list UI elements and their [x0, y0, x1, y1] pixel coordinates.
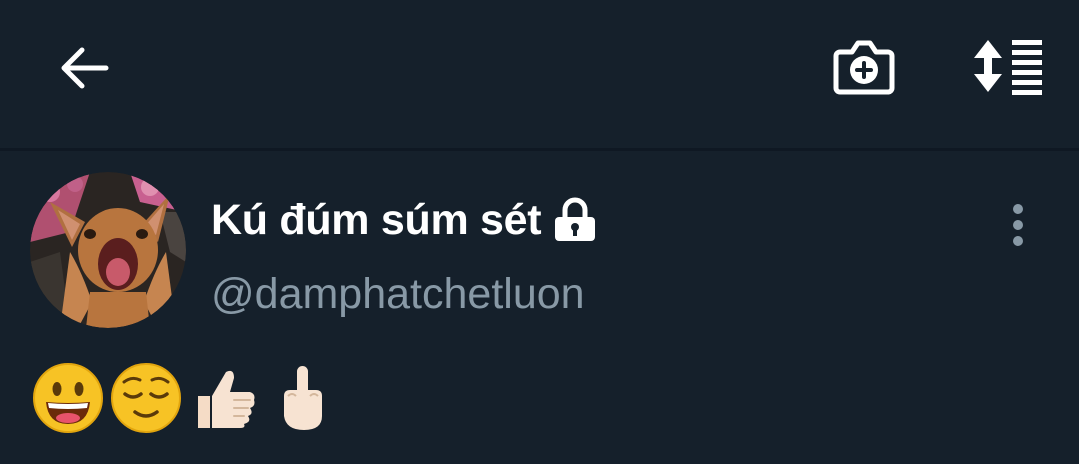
- relieved-face-icon: [108, 360, 184, 436]
- grinning-face-icon: [30, 360, 106, 436]
- add-photo-icon: [833, 40, 895, 95]
- top-app-bar: [0, 0, 1079, 148]
- username-handle: @damphatchetluon: [211, 270, 585, 318]
- sort-list-icon: [974, 40, 1042, 95]
- middle-finger-icon: [264, 360, 340, 436]
- add-photo-button[interactable]: [830, 32, 898, 100]
- sort-button[interactable]: [966, 32, 1050, 100]
- back-arrow-icon: [61, 47, 109, 89]
- display-name: Kú đúm súm sét: [211, 195, 542, 244]
- back-button[interactable]: [52, 36, 116, 100]
- thumbs-up-icon: [186, 360, 262, 436]
- bio: [30, 360, 340, 436]
- lock-icon: [551, 196, 599, 244]
- header-divider: [0, 148, 1079, 151]
- profile-screen: Kú đúm súm sét @damphatchetluon: [0, 0, 1079, 464]
- dog-avatar-image: [30, 172, 186, 328]
- more-vertical-icon: [1013, 204, 1023, 246]
- display-name-row: Kú đúm súm sét: [211, 190, 599, 250]
- more-options-button[interactable]: [996, 200, 1040, 250]
- avatar[interactable]: [30, 172, 186, 328]
